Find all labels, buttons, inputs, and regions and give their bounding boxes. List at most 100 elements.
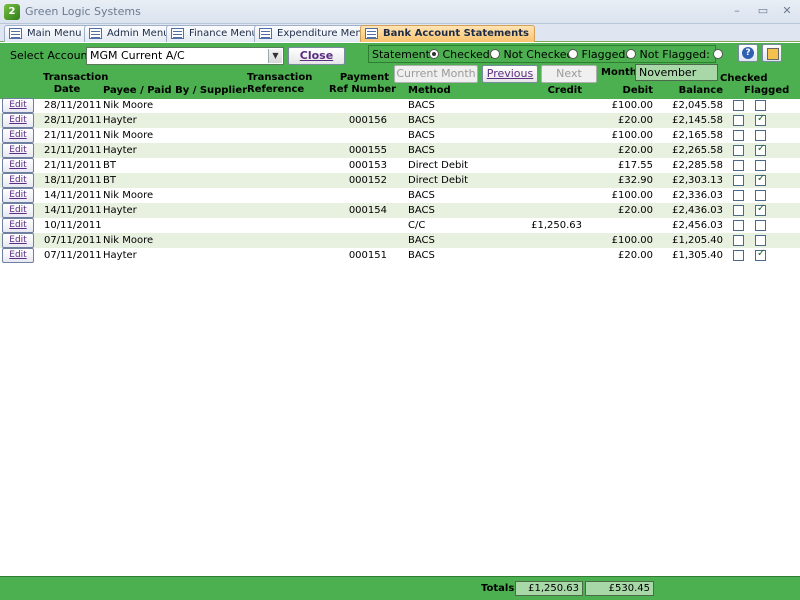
previous-button[interactable]: Previous — [482, 65, 538, 83]
radio-checked[interactable] — [429, 49, 439, 59]
flagged-checkbox[interactable] — [755, 143, 766, 156]
table-row: Edit 21/11/2011 BT 000153 Direct Debit £17.55… — [0, 158, 800, 173]
table-row: Edit 18/11/2011 BT 000152 Direct Debit £32.90… — [0, 173, 800, 188]
flagged-checkbox[interactable] — [755, 235, 766, 246]
edit-button[interactable]: Edit — [2, 233, 34, 248]
edit-button[interactable]: Edit — [2, 113, 34, 128]
minimize-button[interactable]: – — [728, 3, 746, 19]
cell-payee: Hayter — [103, 115, 137, 126]
edit-button[interactable]: Edit — [2, 128, 34, 143]
flagged-checkbox[interactable] — [755, 113, 766, 126]
filter-checked-option[interactable]: Checked: — [429, 48, 493, 61]
table-row: Edit 10/11/2011 C/C £1,250.63 £2,456.03 — [0, 218, 800, 233]
radio-not-checked[interactable] — [490, 49, 500, 59]
edit-button[interactable]: Edit — [2, 248, 34, 263]
month-field[interactable]: November — [635, 64, 718, 81]
checked-checkbox[interactable] — [733, 100, 744, 111]
edit-button[interactable]: Edit — [2, 218, 34, 233]
cell-payee: Hayter — [103, 145, 137, 156]
form-icon — [89, 28, 102, 39]
edit-button[interactable]: Edit — [2, 188, 34, 203]
edit-button[interactable]: Edit — [2, 158, 34, 173]
maximize-button[interactable]: ▭ — [754, 3, 772, 19]
help-icon[interactable] — [738, 44, 758, 62]
cell-payment-ref: 000154 — [348, 205, 387, 216]
tab-expenditure-menu[interactable]: Expenditure Menu — [254, 25, 375, 42]
checked-checkbox[interactable] — [733, 160, 744, 171]
checked-checkbox[interactable] — [733, 130, 744, 141]
col-payee: Payee / Paid By / Supplier — [103, 85, 248, 96]
cell-balance: £2,285.58 — [672, 160, 723, 171]
checked-checkbox[interactable] — [733, 250, 744, 261]
checked-checkbox[interactable] — [733, 190, 744, 201]
cell-debit: £17.55 — [618, 160, 653, 171]
exit-icon[interactable] — [762, 44, 782, 62]
cell-payee: Hayter — [103, 250, 137, 261]
debit-total: £530.45 — [585, 581, 654, 596]
col-date-line1: Transaction — [43, 72, 109, 83]
close-button[interactable]: Close — [288, 47, 345, 65]
edit-button[interactable]: Edit — [2, 203, 34, 218]
radio-flagged[interactable] — [568, 49, 578, 59]
cell-payee: BT — [103, 175, 116, 186]
cell-method: BACS — [408, 190, 435, 201]
account-select[interactable]: MGM Current A/C ▼ — [86, 47, 284, 65]
table-row: Edit 14/11/2011 Hayter 000154 BACS £20.00 £2,4… — [0, 203, 800, 218]
cell-method: Direct Debit — [408, 175, 469, 186]
chevron-down-icon[interactable]: ▼ — [268, 49, 282, 63]
cell-method: BACS — [408, 100, 435, 111]
cell-date: 07/11/2011 — [44, 235, 102, 246]
table-row: Edit 14/11/2011 Nik Moore BACS £100.00 £2,336… — [0, 188, 800, 203]
checked-checkbox[interactable] — [733, 205, 744, 216]
cell-date: 21/11/2011 — [44, 130, 102, 141]
cell-payee: Nik Moore — [103, 100, 154, 111]
checked-checkbox[interactable] — [733, 115, 744, 126]
cell-method: C/C — [408, 220, 426, 231]
table-row: Edit 28/11/2011 Hayter 000156 BACS £20.00 £2,1… — [0, 113, 800, 128]
flagged-checkbox[interactable] — [755, 220, 766, 231]
flagged-checkbox[interactable] — [755, 173, 766, 186]
next-button[interactable]: Next — [541, 65, 597, 83]
flagged-checkbox[interactable] — [755, 160, 766, 171]
edit-button[interactable]: Edit — [2, 98, 34, 113]
tab-admin-menu[interactable]: Admin Menu — [84, 25, 176, 42]
checked-checkbox[interactable] — [733, 220, 744, 231]
cell-method: BACS — [408, 250, 435, 261]
col-payref-line1: Payment — [339, 72, 389, 83]
col-ref-line2: Reference — [247, 84, 305, 95]
cell-debit: £100.00 — [611, 235, 653, 246]
app-logo-icon: 2 — [4, 4, 20, 20]
cell-balance: £1,205.40 — [672, 235, 723, 246]
cell-payee: Nik Moore — [103, 130, 154, 141]
flagged-checkbox[interactable] — [755, 190, 766, 201]
tab-main-menu[interactable]: Main Menu — [4, 25, 88, 42]
flagged-checkbox[interactable] — [755, 203, 766, 216]
flagged-checkbox[interactable] — [755, 248, 766, 261]
checked-checkbox[interactable] — [733, 175, 744, 186]
radio-not-flagged[interactable] — [626, 49, 636, 59]
tab-bank-account-statements[interactable]: Bank Account Statements — [360, 25, 535, 42]
edit-button[interactable]: Edit — [2, 143, 34, 158]
cell-payee: BT — [103, 160, 116, 171]
flagged-checkbox[interactable] — [755, 100, 766, 111]
edit-button[interactable]: Edit — [2, 173, 34, 188]
radio-not-flagged-toggle[interactable] — [713, 49, 724, 59]
checked-checkbox[interactable] — [733, 235, 744, 246]
table-row: Edit 21/11/2011 Nik Moore BACS £100.00 £2,165… — [0, 128, 800, 143]
filter-flagged-option[interactable]: Flagged: — [568, 48, 629, 61]
cell-debit: £100.00 — [611, 130, 653, 141]
cell-payee: Nik Moore — [103, 235, 154, 246]
table-row: Edit 21/11/2011 Hayter 000155 BACS £20.00 £2,2… — [0, 143, 800, 158]
tab-finance-menu[interactable]: Finance Menu — [166, 25, 264, 42]
current-month-button[interactable]: Current Month — [394, 65, 478, 83]
cell-debit: £32.90 — [618, 175, 653, 186]
filter-not-checked-option[interactable]: Not Checked — [490, 48, 573, 61]
filter-not-flagged-option[interactable]: Not Flagged: — [626, 48, 724, 61]
cell-payee: Nik Moore — [103, 190, 154, 201]
cell-date: 07/11/2011 — [44, 250, 102, 261]
close-window-button[interactable]: ✕ — [778, 3, 796, 19]
cell-balance: £2,456.03 — [672, 220, 723, 231]
col-flagged: Flagged — [744, 85, 790, 96]
flagged-checkbox[interactable] — [755, 130, 766, 141]
checked-checkbox[interactable] — [733, 145, 744, 156]
